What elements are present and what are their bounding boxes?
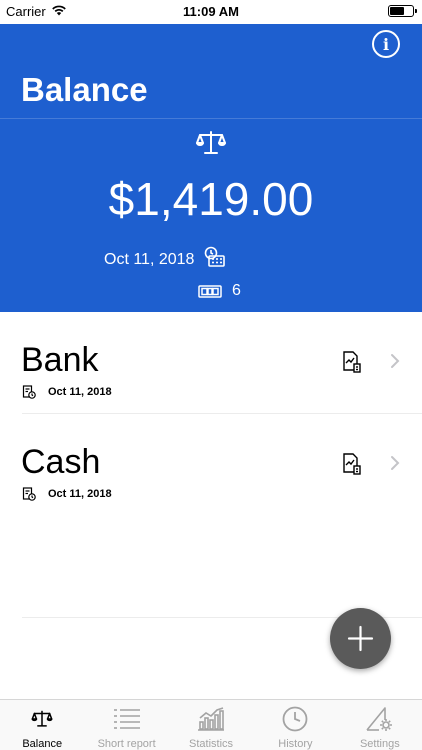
transactions-count: 6 — [232, 282, 241, 299]
chevron-right-icon — [390, 353, 400, 374]
account-date-row: Oct 11, 2018 — [22, 385, 112, 399]
tab-history[interactable]: History — [253, 700, 337, 750]
report-icon[interactable] — [342, 351, 362, 378]
chevron-right-icon — [390, 455, 400, 476]
tab-short-report[interactable]: Short report — [84, 700, 168, 750]
page-title: Balance — [21, 71, 148, 108]
account-date: Oct 11, 2018 — [48, 488, 112, 500]
receipt-clock-icon — [22, 487, 36, 501]
list-icon — [84, 706, 168, 732]
tab-label: Statistics — [189, 738, 234, 750]
calendar-clock-icon[interactable] — [204, 246, 226, 273]
clock-icon — [253, 706, 337, 732]
settings-icon — [338, 706, 422, 732]
tab-settings[interactable]: Settings — [338, 700, 422, 750]
info-icon: i — [382, 35, 390, 54]
money-icon — [198, 284, 222, 298]
plus-icon — [347, 625, 374, 652]
tab-label: Balance — [22, 738, 63, 750]
tab-label: Short report — [97, 738, 156, 750]
receipt-clock-icon — [22, 385, 36, 399]
account-row-cash[interactable]: Cash Oct 11, 2018 — [0, 415, 422, 515]
tab-label: Settings — [359, 738, 400, 750]
scale-icon — [196, 130, 226, 161]
info-button[interactable]: i — [372, 30, 400, 58]
tab-statistics[interactable]: Statistics — [169, 700, 253, 750]
tab-label: History — [278, 738, 313, 750]
balance-date: Oct 11, 2018 — [104, 250, 195, 268]
row-divider — [22, 413, 422, 414]
account-date: Oct 11, 2018 — [48, 386, 112, 398]
transactions-count-row: 6 — [198, 282, 241, 300]
balance-header: i Balance $1,419.00 Oct 11, 2018 6 — [0, 24, 422, 312]
tab-balance[interactable]: Balance — [0, 700, 84, 750]
balance-date-row: Oct 11, 2018 — [104, 246, 226, 273]
battery-icon — [388, 5, 417, 17]
balance-amount: $1,419.00 — [108, 173, 314, 225]
tab-bar: Balance Short report Statistics History … — [0, 699, 422, 750]
status-bar: Carrier 11:09 AM — [0, 0, 422, 24]
status-time: 11:09 AM — [183, 4, 239, 19]
account-row-bank[interactable]: Bank Oct 11, 2018 — [0, 313, 422, 413]
add-button[interactable] — [330, 608, 391, 669]
bar-chart-icon — [169, 706, 253, 732]
scale-icon — [0, 706, 84, 732]
account-date-row: Oct 11, 2018 — [22, 487, 112, 501]
header-divider — [0, 118, 422, 119]
report-icon[interactable] — [342, 453, 362, 480]
account-name: Bank — [21, 341, 99, 379]
account-name: Cash — [21, 443, 101, 481]
